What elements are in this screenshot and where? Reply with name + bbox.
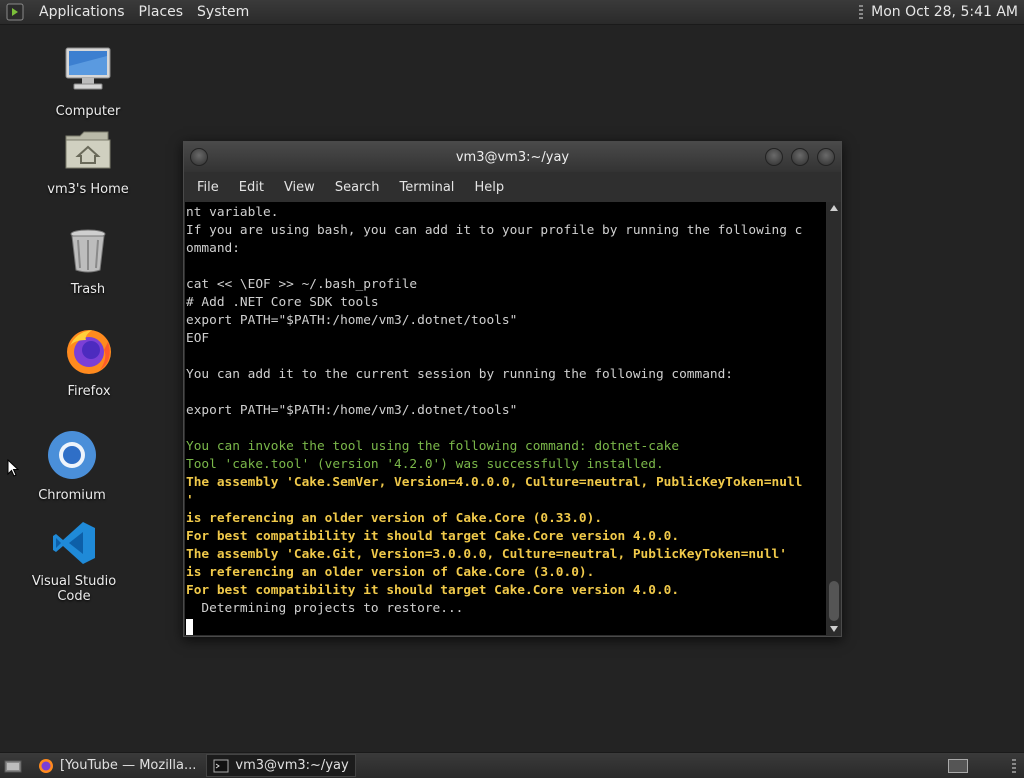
menu-help[interactable]: Help: [464, 180, 514, 195]
terminal-line: Tool 'cake.tool' (version '4.2.0') was s…: [186, 457, 664, 472]
vscode-icon: [53, 522, 95, 564]
terminal-line: cat << \EOF >> ~/.bash_profile: [186, 277, 418, 292]
desktop-icon-chromium[interactable]: Chromium: [12, 430, 132, 503]
terminal-line: is referencing an older version of Cake.…: [186, 565, 595, 580]
scroll-down-arrow-icon[interactable]: [830, 626, 838, 632]
computer-icon: [65, 47, 111, 90]
terminal-line: export PATH="$PATH:/home/vm3/.dotnet/too…: [186, 403, 518, 418]
terminal-line: ommand:: [186, 241, 240, 256]
terminal-window[interactable]: vm3@vm3:~/yay File Edit View Search Term…: [183, 141, 842, 637]
desktop-icon-label: vm3's Home: [47, 182, 129, 197]
desktop-icon-label: Trash: [70, 282, 106, 297]
terminal-cursor: [186, 619, 193, 635]
menu-terminal[interactable]: Terminal: [389, 180, 464, 195]
bottom-panel: [YouTube — Mozilla... vm3@vm3:~/yay: [0, 752, 1024, 778]
desktop-icon-label: Visual Studio Code: [31, 574, 117, 604]
window-title: vm3@vm3:~/yay: [455, 149, 570, 165]
system-menu[interactable]: System: [190, 4, 256, 20]
terminal-line: is referencing an older version of Cake.…: [186, 511, 603, 526]
terminal-line: If you are using bash, you can add it to…: [186, 223, 803, 238]
terminal-scrollbar[interactable]: [827, 202, 841, 635]
workspace-switcher[interactable]: [948, 758, 968, 773]
taskbar-item-firefox[interactable]: [YouTube — Mozilla...: [32, 755, 202, 776]
menu-logo-icon[interactable]: [6, 3, 24, 21]
firefox-icon: [67, 330, 111, 374]
panel-grip: [859, 5, 864, 19]
home-folder-icon: [65, 131, 111, 169]
terminal-output[interactable]: nt variable. If you are using bash, you c…: [185, 202, 826, 635]
menu-edit[interactable]: Edit: [229, 180, 274, 195]
scroll-up-arrow-icon[interactable]: [830, 205, 838, 211]
places-menu[interactable]: Places: [132, 4, 191, 20]
terminal-line: The assembly 'Cake.Git, Version=3.0.0.0,…: [186, 547, 787, 562]
panel-grip: [1012, 758, 1016, 773]
terminal-line: ': [186, 493, 194, 508]
terminal-line: nt variable.: [186, 205, 279, 220]
window-menu-button[interactable]: [190, 148, 208, 166]
applications-menu[interactable]: Applications: [32, 4, 132, 20]
terminal-menubar: File Edit View Search Terminal Help: [184, 172, 841, 202]
desktop-icon-label: Chromium: [38, 488, 106, 503]
clock[interactable]: Mon Oct 28, 5:41 AM: [871, 4, 1018, 20]
desktop-icon-trash[interactable]: Trash: [28, 228, 148, 297]
chromium-icon: [48, 431, 96, 479]
desktop-icon-computer[interactable]: Computer: [28, 44, 148, 119]
desktop-icon-home[interactable]: vm3's Home: [28, 126, 148, 197]
show-desktop-icon[interactable]: [4, 758, 22, 774]
window-titlebar[interactable]: vm3@vm3:~/yay: [184, 142, 841, 172]
terminal-icon: [213, 759, 229, 772]
terminal-line: You can invoke the tool using the follow…: [186, 439, 680, 454]
terminal-line: EOF: [186, 331, 210, 346]
desktop-icon-firefox[interactable]: Firefox: [29, 326, 149, 399]
firefox-icon: [39, 758, 53, 773]
terminal-line: The assembly 'Cake.SemVer, Version=4.0.0…: [186, 475, 803, 490]
terminal-line: Determining projects to restore...: [186, 601, 464, 616]
top-panel: Applications Places System Mon Oct 28, 5…: [0, 0, 1024, 25]
terminal-text: nt variable. If you are using bash, you c…: [185, 202, 826, 635]
taskbar-item-terminal[interactable]: vm3@vm3:~/yay: [206, 754, 356, 777]
desktop-icon-label: Computer: [55, 104, 121, 119]
taskbar-item-label: vm3@vm3:~/yay: [235, 758, 349, 773]
terminal-line: # Add .NET Core SDK tools: [186, 295, 379, 310]
trash-icon: [70, 229, 106, 273]
close-button[interactable]: [817, 148, 835, 166]
menu-view[interactable]: View: [274, 180, 325, 195]
maximize-button[interactable]: [791, 148, 809, 166]
terminal-prompt-line: [186, 618, 826, 635]
scrollbar-thumb[interactable]: [829, 581, 839, 621]
minimize-button[interactable]: [765, 148, 783, 166]
terminal-line: export PATH="$PATH:/home/vm3/.dotnet/too…: [186, 313, 518, 328]
menu-file[interactable]: File: [187, 180, 229, 195]
taskbar-item-label: [YouTube — Mozilla...: [60, 758, 197, 773]
desktop-icon-label: Firefox: [67, 384, 111, 399]
terminal-line: For best compatibility it should target …: [186, 583, 680, 598]
desktop-icon-vscode[interactable]: Visual Studio Code: [14, 520, 134, 604]
terminal-line: You can add it to the current session by…: [186, 367, 734, 382]
terminal-line: For best compatibility it should target …: [186, 529, 680, 544]
menu-search[interactable]: Search: [325, 180, 390, 195]
mouse-pointer-icon: [7, 459, 19, 477]
